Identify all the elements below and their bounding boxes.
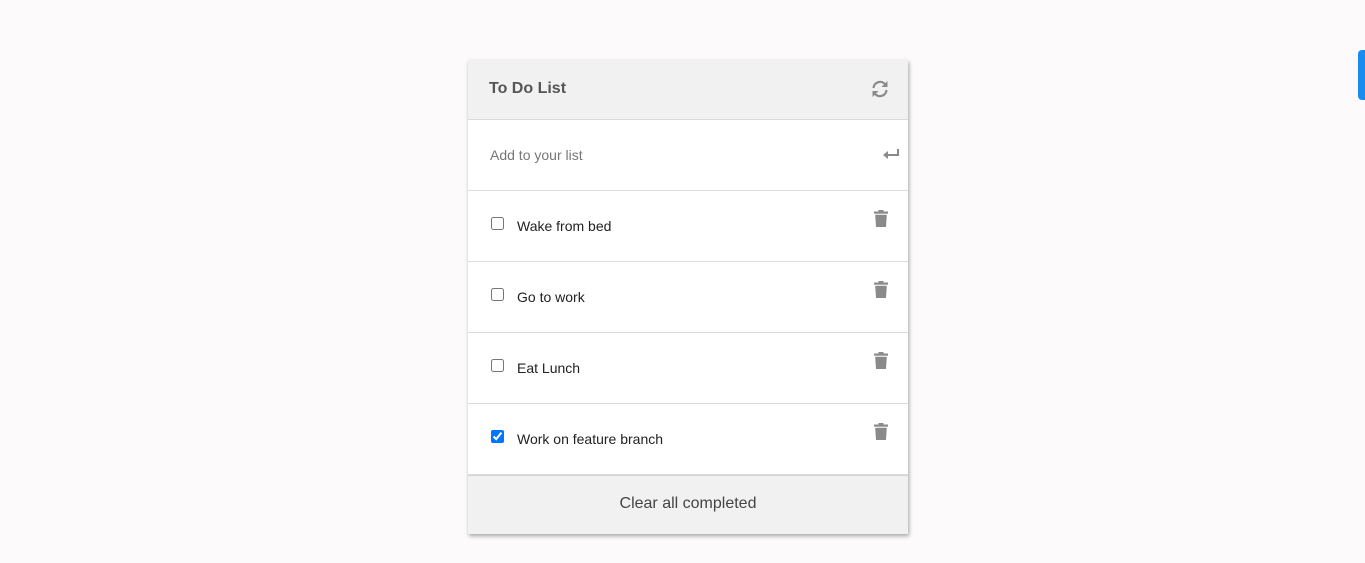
add-item-row — [468, 120, 908, 191]
todo-checkbox[interactable] — [491, 217, 504, 230]
add-item-input[interactable] — [488, 144, 862, 166]
list-item: Go to work — [468, 262, 908, 333]
page: To Do List Wake from bed — [0, 0, 1365, 563]
todo-checkbox[interactable] — [491, 288, 504, 301]
refresh-icon[interactable] — [870, 79, 890, 99]
enter-icon[interactable] — [882, 148, 900, 162]
list-item: Work on feature branch — [468, 404, 908, 475]
side-tab[interactable] — [1358, 50, 1365, 100]
clear-completed-button[interactable]: Clear all completed — [620, 495, 757, 513]
todo-card: To Do List Wake from bed — [468, 60, 908, 534]
todo-text: Wake from bed — [517, 218, 612, 234]
page-title: To Do List — [489, 80, 567, 97]
list-item: Wake from bed — [468, 191, 908, 262]
todo-text: Eat Lunch — [517, 360, 581, 376]
card-header: To Do List — [468, 60, 908, 120]
todo-checkbox[interactable] — [491, 430, 504, 443]
todo-text: Work on feature branch — [517, 431, 664, 447]
todo-checkbox[interactable] — [491, 359, 504, 372]
trash-icon[interactable] — [874, 210, 888, 227]
trash-icon[interactable] — [874, 281, 888, 298]
trash-icon[interactable] — [874, 352, 888, 369]
list-item: Eat Lunch — [468, 333, 908, 404]
trash-icon[interactable] — [874, 423, 888, 440]
card-footer: Clear all completed — [468, 475, 908, 534]
todo-text: Go to work — [517, 289, 585, 305]
